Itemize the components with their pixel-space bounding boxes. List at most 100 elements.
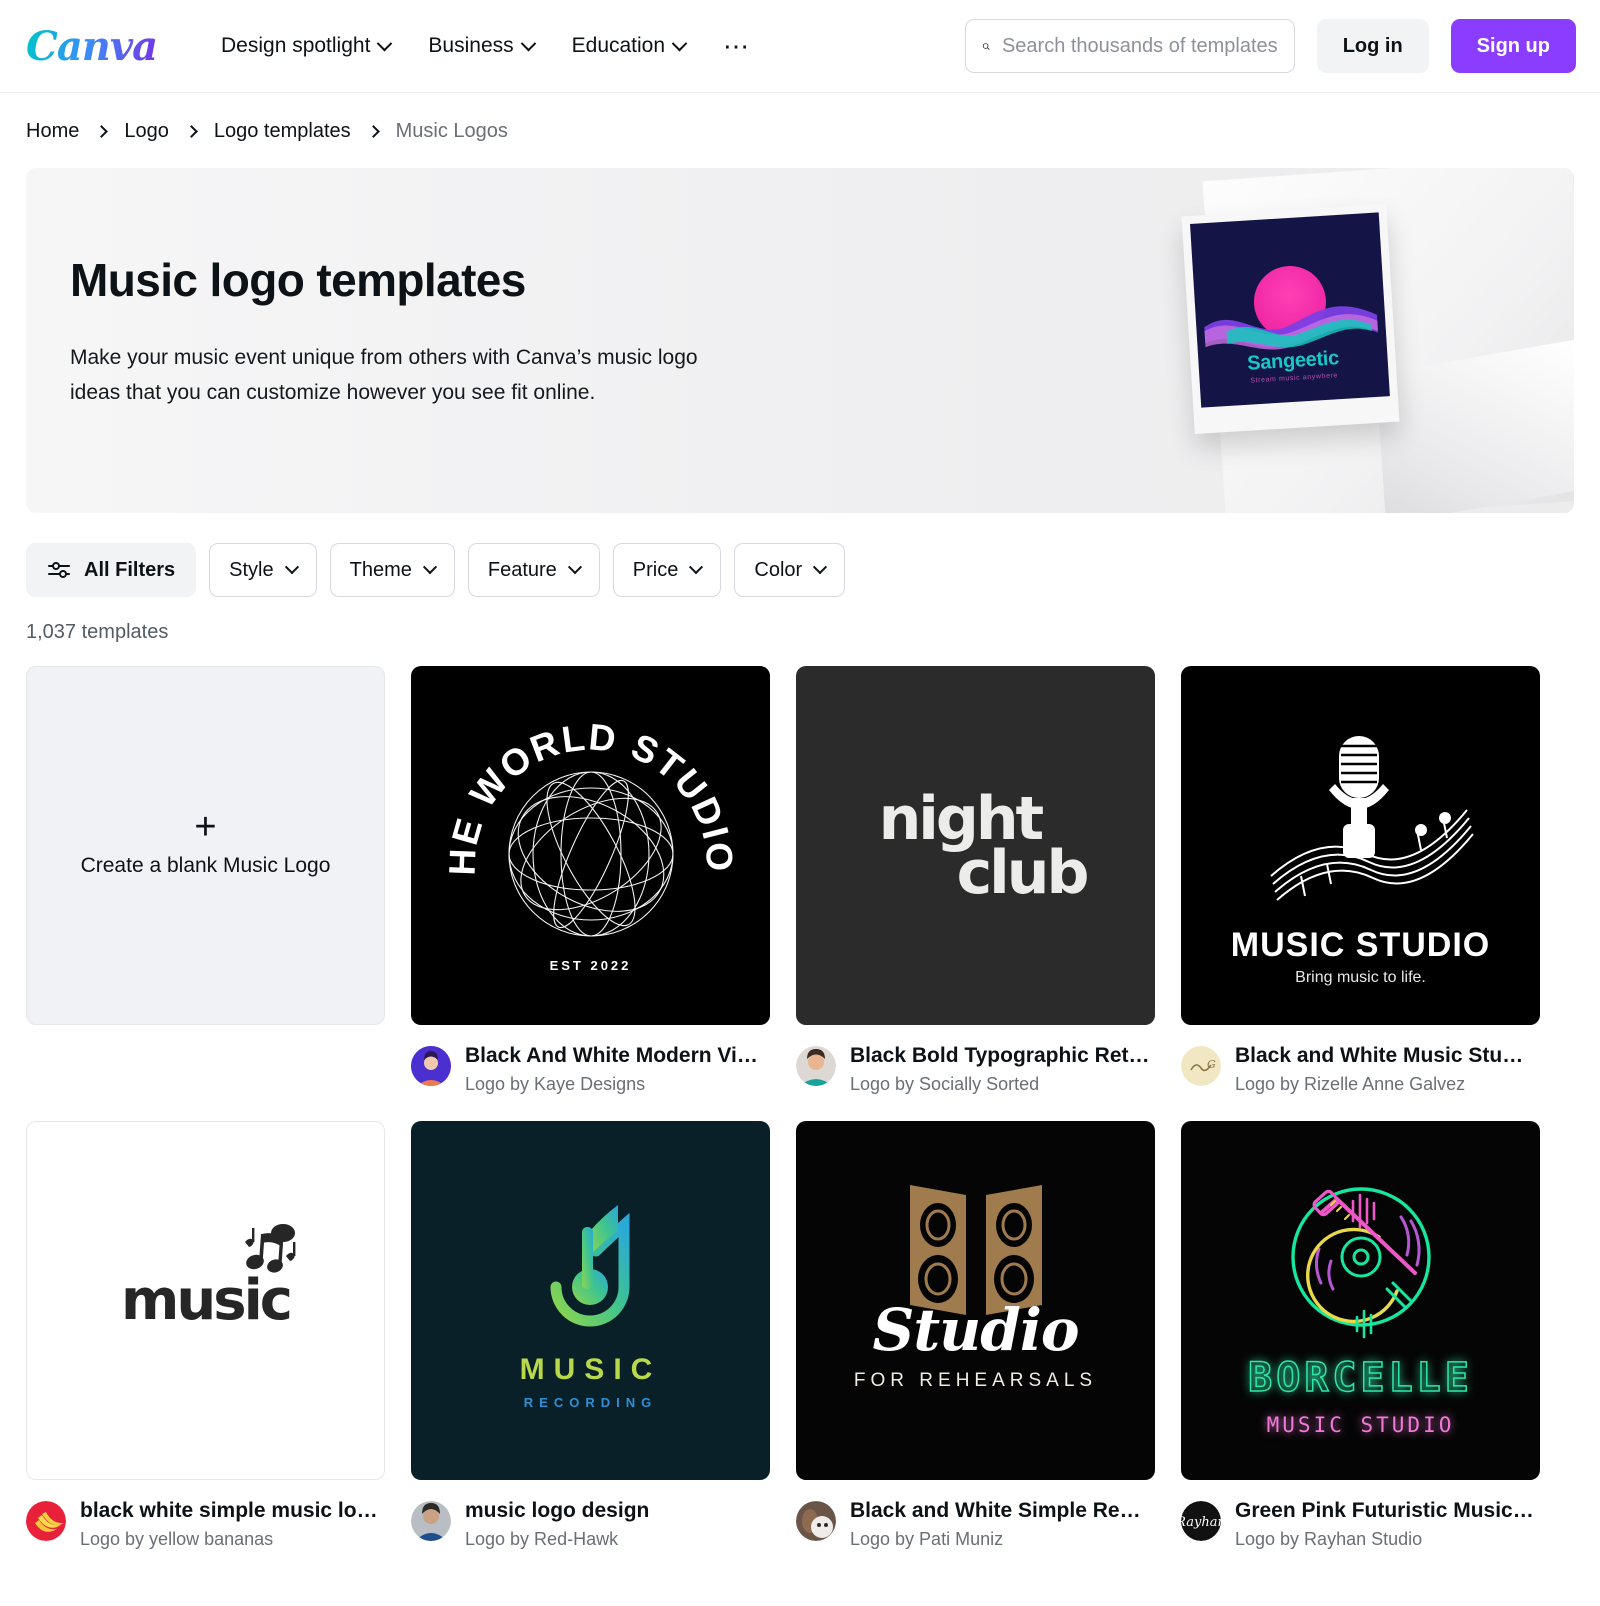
canva-logo[interactable]: Canva	[26, 23, 163, 70]
hero-logo-art: Sangeetic Stream music anywhere	[1190, 212, 1390, 408]
template-author: Logo by Kaye Designs	[465, 1074, 646, 1094]
template-thumbnail[interactable]: THE WORLD STUDIOS EST 2022	[411, 666, 770, 1025]
page-title: Music logo templates	[70, 254, 526, 306]
hero-banner: Music logo templates Make your music eve…	[26, 168, 1574, 513]
breadcrumb-item-logo[interactable]: Logo	[124, 120, 169, 143]
avatar-image	[411, 1046, 451, 1086]
filter-label: Color	[754, 558, 803, 581]
hero-artwork: Sangeetic Stream music anywhere	[1154, 168, 1574, 513]
filter-style[interactable]: Style	[209, 543, 317, 597]
template-author: Logo by yellow bananas	[80, 1529, 274, 1549]
borcelle-title: BORCELLE	[1247, 1354, 1473, 1402]
est-label: EST 2022	[549, 958, 632, 973]
nav-item-education[interactable]: Education	[571, 34, 688, 58]
chevron-right-icon	[366, 125, 380, 138]
filter-feature[interactable]: Feature	[467, 543, 600, 597]
template-title[interactable]: Green Pink Futuristic Music St...	[1235, 1498, 1535, 1524]
template-thumbnail[interactable]: night club	[796, 666, 1155, 1025]
template-title[interactable]: Black and White Music Studio ...	[1235, 1043, 1535, 1069]
filter-label: Theme	[349, 558, 412, 581]
template-title[interactable]: Black Bold Typographic Retro ...	[850, 1043, 1150, 1069]
search-icon	[982, 42, 990, 50]
avatar-image	[26, 1501, 66, 1541]
all-filters-button[interactable]: All Filters	[26, 543, 197, 597]
avatar-image: G	[1181, 1046, 1221, 1086]
template-card: music black white simple music logo Logo…	[26, 1121, 385, 1550]
breadcrumb-item-home[interactable]: Home	[26, 120, 79, 143]
avatar[interactable]	[411, 1501, 451, 1541]
template-title[interactable]: black white simple music logo	[80, 1498, 380, 1524]
template-author: Logo by Socially Sorted	[850, 1074, 1040, 1094]
template-thumbnail[interactable]: MUSIC RECORDING	[411, 1121, 770, 1480]
template-thumbnail[interactable]: BORCELLE MUSIC STUDIO	[1181, 1121, 1540, 1480]
all-filters-label: All Filters	[84, 558, 176, 581]
white-music-art: music	[121, 1224, 296, 1333]
template-card: night club Black Bold Typographic Retro …	[796, 666, 1155, 1095]
grid-cell-blank: + Create a blank Music Logo	[26, 666, 385, 1095]
avatar[interactable]	[411, 1046, 451, 1086]
music-recording-art: MUSIC RECORDING	[411, 1121, 770, 1480]
studio-rehearsals-art: Studio FOR REHEARSALS	[796, 1121, 1155, 1480]
avatar-image	[796, 1046, 836, 1086]
page-subtitle: Make your music event unique from others…	[70, 346, 698, 404]
template-meta: G Black and White Music Studio ... Logo …	[1181, 1025, 1540, 1095]
template-title[interactable]: music logo design	[465, 1498, 649, 1524]
template-meta: Black And White Modern Vinta... Logo by …	[411, 1025, 770, 1095]
filter-theme[interactable]: Theme	[329, 543, 455, 597]
template-thumbnail[interactable]: music	[26, 1121, 385, 1480]
template-text: Green Pink Futuristic Music St... Logo b…	[1235, 1498, 1535, 1550]
header-actions: Search thousands of templates Log in Sig…	[964, 19, 1576, 73]
avatar-image	[411, 1501, 451, 1541]
template-title[interactable]: Black and White Simple Recor...	[850, 1498, 1150, 1524]
night-club-line1: night	[878, 783, 1045, 854]
borcelle-neon-art: BORCELLE MUSIC STUDIO	[1181, 1121, 1540, 1480]
template-title[interactable]: Black And White Modern Vinta...	[465, 1043, 765, 1069]
avatar[interactable]: G	[1181, 1046, 1221, 1086]
filter-price[interactable]: Price	[612, 543, 722, 597]
template-text: Black And White Modern Vinta... Logo by …	[465, 1043, 765, 1095]
music-note-icon	[550, 1205, 629, 1327]
template-author: Logo by Rizelle Anne Galvez	[1235, 1074, 1466, 1094]
breadcrumb-item-logo-templates[interactable]: Logo templates	[214, 120, 351, 143]
chevron-down-icon	[520, 35, 536, 51]
create-blank-label: Create a blank Music Logo	[80, 853, 331, 877]
night-club-art: night club	[878, 783, 1090, 903]
chevron-down-icon	[284, 560, 299, 575]
avatar[interactable]	[26, 1501, 66, 1541]
nav-item-design-spotlight[interactable]: Design spotlight	[221, 34, 393, 58]
avatar[interactable]	[796, 1501, 836, 1541]
avatar[interactable]: Rayhan	[1181, 1501, 1221, 1541]
template-meta: Rayhan Green Pink Futuristic Music St...…	[1181, 1480, 1540, 1550]
template-thumbnail[interactable]: MUSIC STUDIO Bring music to life.	[1181, 666, 1540, 1025]
filter-bar: All Filters Style Theme Feature Price Co…	[0, 513, 1600, 597]
chevron-down-icon	[422, 560, 437, 575]
create-blank-card[interactable]: + Create a blank Music Logo	[26, 666, 385, 1025]
chevron-down-icon	[689, 560, 704, 575]
template-thumbnail[interactable]: Studio FOR REHEARSALS	[796, 1121, 1155, 1480]
nav-label: Business	[428, 34, 514, 57]
nav-item-business[interactable]: Business	[428, 34, 536, 58]
nav-label: Education	[571, 34, 666, 57]
search-input[interactable]: Search thousands of templates	[964, 19, 1295, 73]
chevron-right-icon	[184, 125, 198, 138]
svg-text:G: G	[1207, 1058, 1216, 1071]
template-card: MUSIC RECORDING music logo design Logo b…	[411, 1121, 770, 1550]
chevron-down-icon	[567, 560, 582, 575]
avatar[interactable]	[796, 1046, 836, 1086]
login-button[interactable]: Log in	[1316, 19, 1429, 73]
template-card: BORCELLE MUSIC STUDIO Rayhan Green Pink …	[1181, 1121, 1540, 1550]
studio-sub: FOR REHEARSALS	[853, 1369, 1098, 1391]
chevron-down-icon	[813, 560, 828, 575]
filter-color[interactable]: Color	[734, 543, 846, 597]
filter-label: Style	[229, 558, 274, 581]
borcelle-sub: MUSIC STUDIO	[1266, 1412, 1455, 1437]
chevron-down-icon	[377, 35, 393, 51]
neon-guitar-vinyl-icon	[1290, 1186, 1431, 1338]
music-notes-icon	[244, 1224, 296, 1273]
plus-icon: +	[194, 805, 217, 848]
sliders-icon	[48, 562, 70, 578]
template-meta: music logo design Logo by Red-Hawk	[411, 1480, 770, 1550]
signup-button[interactable]: Sign up	[1450, 19, 1576, 73]
ellipsis-icon[interactable]: ⋯	[723, 33, 751, 59]
music-recording-title: MUSIC	[519, 1353, 662, 1386]
